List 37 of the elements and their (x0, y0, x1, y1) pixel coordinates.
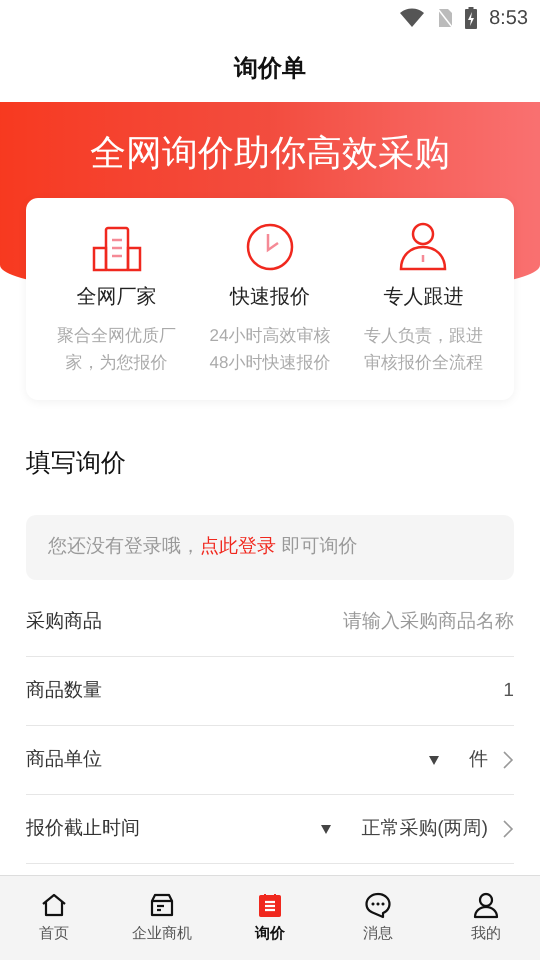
building-icon (92, 226, 142, 272)
dropdown-icon[interactable] (321, 824, 332, 834)
feature-title: 专人跟进 (383, 285, 464, 310)
wifi-icon (399, 8, 426, 28)
field-label: 商品数量 (26, 678, 102, 703)
feature-title: 快速报价 (230, 285, 310, 310)
feature-description: 聚合全网优质厂 家，为您报价 (57, 325, 176, 374)
feature-description: 24小时高效审核 48小时快速报价 (210, 325, 330, 374)
battery-charging-icon (465, 7, 478, 29)
chat-icon (364, 890, 392, 919)
login-notice: 您还没有登录哦，点此登录 即可询价 (26, 515, 514, 580)
feature-title: 全网厂家 (76, 285, 157, 310)
clock-icon (244, 222, 295, 272)
status-time: 8:53 (489, 6, 528, 31)
nav-tab[interactable]: 首页 (0, 876, 108, 960)
chevron-right-icon (502, 750, 514, 770)
feature-description: 专人负责，跟进 审核报价全流程 (364, 325, 483, 374)
quantity-value[interactable]: 1 (503, 676, 514, 706)
nav-tab[interactable]: 消息 (324, 876, 432, 960)
chevron-right-icon (502, 819, 514, 839)
nav-tab[interactable]: 企业商机 (108, 876, 216, 960)
section-title: 填写询价 (26, 448, 126, 479)
select-value[interactable]: 正常采购(两周) (361, 814, 488, 844)
field-label: 报价截止时间 (26, 816, 140, 841)
login-link[interactable]: 点此登录 (200, 533, 276, 562)
person-icon (398, 222, 448, 272)
field-label: 商品单位 (26, 748, 102, 772)
select-value[interactable]: 件 (469, 746, 488, 774)
dropdown-icon[interactable] (429, 756, 439, 764)
banner-headline: 全网询价助你高效采购 (90, 131, 450, 175)
field-label: 采购商品 (26, 610, 102, 634)
nav-tab[interactable]: 我的 (432, 876, 540, 960)
page-title: 询价单 (234, 54, 306, 84)
person-icon (472, 890, 500, 919)
no-sim-icon (437, 8, 454, 28)
nav-tab[interactable]: 询价 (216, 876, 324, 960)
product-name-field[interactable]: 请输入采购商品名称 (254, 608, 514, 636)
